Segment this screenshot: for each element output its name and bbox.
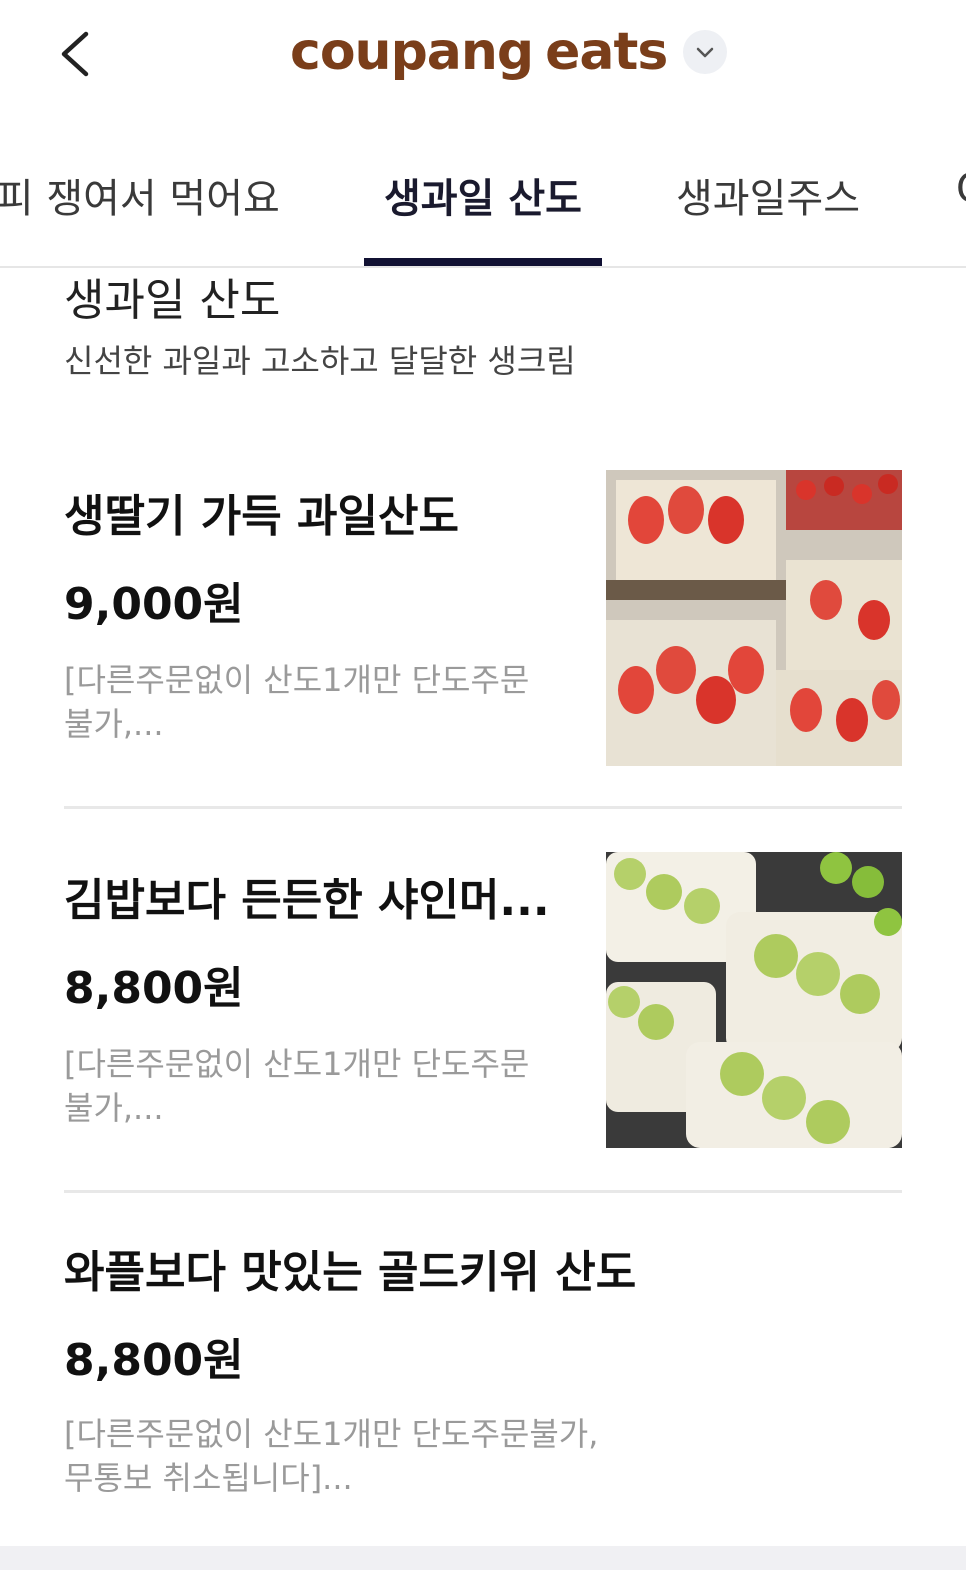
menu-item-description-line2: 불가,... <box>64 705 164 743</box>
shine-muscat-sando-photo <box>606 852 902 1148</box>
menu-item[interactable]: 와플보다 맛있는 골드키위 산도 8,800원 [다른주문없이 산도1개만 단도… <box>64 1236 902 1526</box>
brand-logo-coupang: coupang <box>290 22 534 82</box>
menu-item-description-line1: [다른주문없이 산도1개만 단도주문 <box>64 1045 530 1083</box>
strawberry-sando-photo <box>606 470 902 766</box>
menu-item-description: [다른주문없이 산도1개만 단도주문불가, 무통보 취소됩니다]... <box>64 1412 684 1500</box>
category-tabs: 컵피 쟁여서 먹어요 생과일 산도 생과일주스 C <box>0 140 966 268</box>
bottom-strip <box>0 1546 966 1570</box>
menu-item-price: 8,800원 <box>64 1335 244 1386</box>
chevron-down-icon[interactable] <box>683 30 728 74</box>
tab-fruit-sando[interactable]: 생과일 산도 <box>384 166 582 224</box>
top-bar: coupang eats <box>0 0 966 110</box>
menu-item-name: 와플보다 맛있는 골드키위 산도 <box>64 1247 637 1298</box>
menu-item-name: 김밥보다 든든한 샤인머... <box>64 875 550 926</box>
menu-item-description-line2: 불가,... <box>64 1089 164 1127</box>
menu-item-name: 생딸기 가득 과일산도 <box>64 491 459 542</box>
chevron-left-icon <box>61 31 89 77</box>
tab-prev[interactable]: 컵피 쟁여서 먹어요 <box>0 166 280 224</box>
brand-logo-dropdown[interactable]: coupang eats <box>290 12 728 92</box>
section-title: 생과일 산도 <box>64 275 281 326</box>
brand-logo-eats: eats <box>545 22 668 82</box>
menu-item-price: 8,800원 <box>64 963 244 1014</box>
menu-item-price: 9,000원 <box>64 579 244 630</box>
section-description: 신선한 과일과 고소하고 달달한 생크림 <box>64 342 576 380</box>
menu-item[interactable]: 생딸기 가득 과일산도 9,000원 [다른주문없이 산도1개만 단도주문 불가… <box>64 470 902 770</box>
tab-fruit-juice[interactable]: 생과일주스 <box>676 166 860 224</box>
active-tab-indicator <box>364 258 602 266</box>
tab-next[interactable]: C <box>956 166 966 212</box>
menu-item[interactable]: 김밥보다 든든한 샤인머... 8,800원 [다른주문없이 산도1개만 단도주… <box>64 852 902 1152</box>
item-divider <box>64 1190 902 1193</box>
menu-item-description: [다른주문없이 산도1개만 단도주문 불가,... <box>64 1042 584 1130</box>
menu-item-description-line1: [다른주문없이 산도1개만 단도주문불가, <box>64 1415 599 1453</box>
menu-item-description: [다른주문없이 산도1개만 단도주문 불가,... <box>64 658 584 746</box>
item-divider <box>64 806 902 809</box>
back-button[interactable] <box>52 24 102 84</box>
menu-item-description-line1: [다른주문없이 산도1개만 단도주문 <box>64 661 530 699</box>
menu-item-description-line2: 무통보 취소됩니다]... <box>64 1459 353 1497</box>
